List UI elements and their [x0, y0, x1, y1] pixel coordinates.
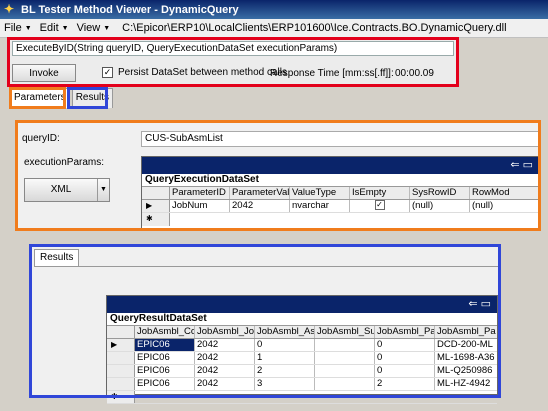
window-title: BL Tester Method Viewer - DynamicQuery	[21, 3, 239, 16]
grid-toolbar: ⇐ ▭	[107, 296, 497, 313]
chevron-down-icon: ▼	[24, 24, 32, 32]
tab-parameters[interactable]: Parameters	[10, 88, 70, 108]
column-header[interactable]: ParameterID	[170, 187, 230, 199]
menu-view[interactable]: View ▼	[77, 22, 111, 34]
invoke-button[interactable]: Invoke	[12, 64, 76, 82]
table-cell[interactable]: JobNum	[170, 200, 230, 212]
app-icon: ✦	[4, 2, 15, 16]
table-cell[interactable]: ML-HZ-4942	[435, 378, 497, 390]
table-cell[interactable]: EPIC06	[135, 378, 195, 390]
table-cell[interactable]: 2	[255, 365, 315, 377]
table-cell[interactable]: 3	[255, 378, 315, 390]
new-row[interactable]: ✱	[107, 391, 497, 404]
column-header[interactable]: ValueType	[290, 187, 350, 199]
table-cell[interactable]: 0	[375, 365, 435, 377]
table-row[interactable]: EPIC06 2042 2 0 ML-Q250986	[107, 365, 497, 378]
chevron-down-icon: ▼	[103, 24, 111, 32]
table-cell[interactable]: nvarchar	[290, 200, 350, 212]
menu-bar: File ▼ Edit ▼ View ▼ C:\Epicor\ERP10\LocalC…	[0, 19, 548, 38]
row-selector	[107, 352, 135, 364]
table-cell[interactable]: (null)	[470, 200, 539, 212]
grid-caption: QueryExecutionDataSet	[142, 174, 539, 187]
table-cell[interactable]: EPIC06	[135, 365, 195, 377]
table-cell[interactable]: 2042	[230, 200, 290, 212]
table-row[interactable]: ▶ JobNum 2042 nvarchar ✓ (null) (null)	[142, 200, 539, 213]
chevron-down-icon[interactable]: ▼	[97, 179, 109, 201]
column-header[interactable]: JobAsmbl_As	[255, 326, 315, 338]
response-time-value: 00:00.09	[395, 68, 434, 79]
result-dataset-grid: ⇐ ▭ QueryResultDataSet JobAsmbl_Co JobAs…	[106, 295, 498, 404]
table-cell[interactable]: 2042	[195, 339, 255, 351]
table-cell[interactable]	[315, 352, 375, 364]
table-cell[interactable]: 2	[375, 378, 435, 390]
new-row-icon: ✱	[142, 213, 170, 226]
result-rows: ▶ EPIC06 2042 0 0 DCD-200-ML EPIC06 2042 1 0 ML-16…	[107, 339, 497, 404]
main-tabs: Parameters Results	[10, 88, 115, 108]
assembly-path: C:\Epicor\ERP10\LocalClients\ERP101600\I…	[122, 22, 507, 34]
persist-dataset-checkbox[interactable]: ✓ Persist DataSet between method calls	[102, 67, 287, 78]
response-time-label: Response Time [mm:ss[.ff]]:	[270, 68, 394, 79]
row-pointer-icon: ▶	[142, 200, 170, 212]
table-cell[interactable]: (null)	[410, 200, 470, 212]
parameters-panel: queryID: CUS-SubAsmList executionParams:…	[16, 121, 540, 231]
tab-results-inner[interactable]: Results	[34, 249, 80, 266]
new-row[interactable]: ✱	[142, 213, 539, 226]
column-header[interactable]: JobAsmbl_Pa	[375, 326, 435, 338]
tab-results[interactable]: Results	[71, 88, 114, 108]
xml-dropdown-button[interactable]: XML ▼	[24, 178, 110, 202]
chevron-down-icon: ▼	[61, 24, 69, 32]
table-cell[interactable]: 1	[255, 352, 315, 364]
table-cell[interactable]: 2042	[195, 365, 255, 377]
isempty-cell[interactable]: ✓	[350, 200, 410, 212]
table-cell[interactable]: 0	[375, 339, 435, 351]
table-row[interactable]: EPIC06 2042 3 2 ML-HZ-4942	[107, 378, 497, 391]
column-header[interactable]: JobAsmbl_Jo	[195, 326, 255, 338]
column-header[interactable]: IsEmpty	[350, 187, 410, 199]
grid-caption: QueryResultDataSet	[107, 313, 497, 326]
execution-params-label: executionParams:	[24, 157, 105, 168]
column-header[interactable]: RowMod	[470, 187, 539, 199]
grid-header-row: ParameterID ParameterVal ValueType IsEmp…	[142, 187, 539, 200]
new-row-icon: ✱	[107, 391, 135, 403]
method-panel: ExecuteByID(String queryID, QueryExecuti…	[8, 37, 458, 86]
column-header[interactable]: SysRowID	[410, 187, 470, 199]
grid-nav-icon[interactable]: ⇐ ▭	[510, 159, 533, 171]
menu-file[interactable]: File ▼	[4, 22, 32, 34]
row-selector	[107, 365, 135, 377]
persist-label: Persist DataSet between method calls	[118, 67, 287, 78]
checkbox-checked-icon[interactable]: ✓	[374, 200, 385, 211]
column-header[interactable]: ParameterVal	[230, 187, 290, 199]
title-bar: ✦ BL Tester Method Viewer - DynamicQuery	[0, 0, 548, 19]
method-signature-field[interactable]: ExecuteByID(String queryID, QueryExecuti…	[12, 41, 454, 56]
table-cell[interactable]: EPIC06	[135, 339, 195, 351]
xml-label: XML	[50, 184, 72, 195]
table-cell[interactable]: ML-1698-A36	[435, 352, 497, 364]
checkbox-checked-icon[interactable]: ✓	[102, 67, 113, 78]
menu-edit[interactable]: Edit ▼	[40, 22, 69, 34]
table-row[interactable]: EPIC06 2042 1 0 ML-1698-A36	[107, 352, 497, 365]
column-header[interactable]: JobAsmbl_Co	[135, 326, 195, 338]
table-cell[interactable]	[315, 378, 375, 390]
table-cell[interactable]: 2042	[195, 352, 255, 364]
table-row[interactable]: ▶ EPIC06 2042 0 0 DCD-200-ML	[107, 339, 497, 352]
column-header[interactable]: JobAsmbl_Pa	[435, 326, 497, 338]
table-cell[interactable]: 2042	[195, 378, 255, 390]
table-cell[interactable]	[315, 339, 375, 351]
table-cell[interactable]: ML-Q250986	[435, 365, 497, 377]
table-cell[interactable]: 0	[375, 352, 435, 364]
queryid-label: queryID:	[22, 133, 60, 144]
grid-nav-icon[interactable]: ⇐ ▭	[468, 298, 491, 310]
table-cell[interactable]: DCD-200-ML	[435, 339, 497, 351]
table-cell[interactable]	[315, 365, 375, 377]
table-cell[interactable]: EPIC06	[135, 352, 195, 364]
execution-dataset-grid: ⇐ ▭ QueryExecutionDataSet ParameterID Pa…	[141, 156, 540, 231]
row-pointer-icon: ▶	[107, 339, 135, 351]
grid-toolbar: ⇐ ▭	[142, 157, 539, 174]
queryid-input[interactable]: CUS-SubAsmList	[141, 131, 540, 147]
row-selector	[107, 378, 135, 390]
table-cell[interactable]: 0	[255, 339, 315, 351]
column-header[interactable]: JobAsmbl_Su	[315, 326, 375, 338]
results-panel: Results ⇐ ▭ QueryResultDataSet JobAsmbl_…	[30, 245, 500, 404]
grid-header-row: JobAsmbl_Co JobAsmbl_Jo JobAsmbl_As JobA…	[107, 326, 497, 339]
